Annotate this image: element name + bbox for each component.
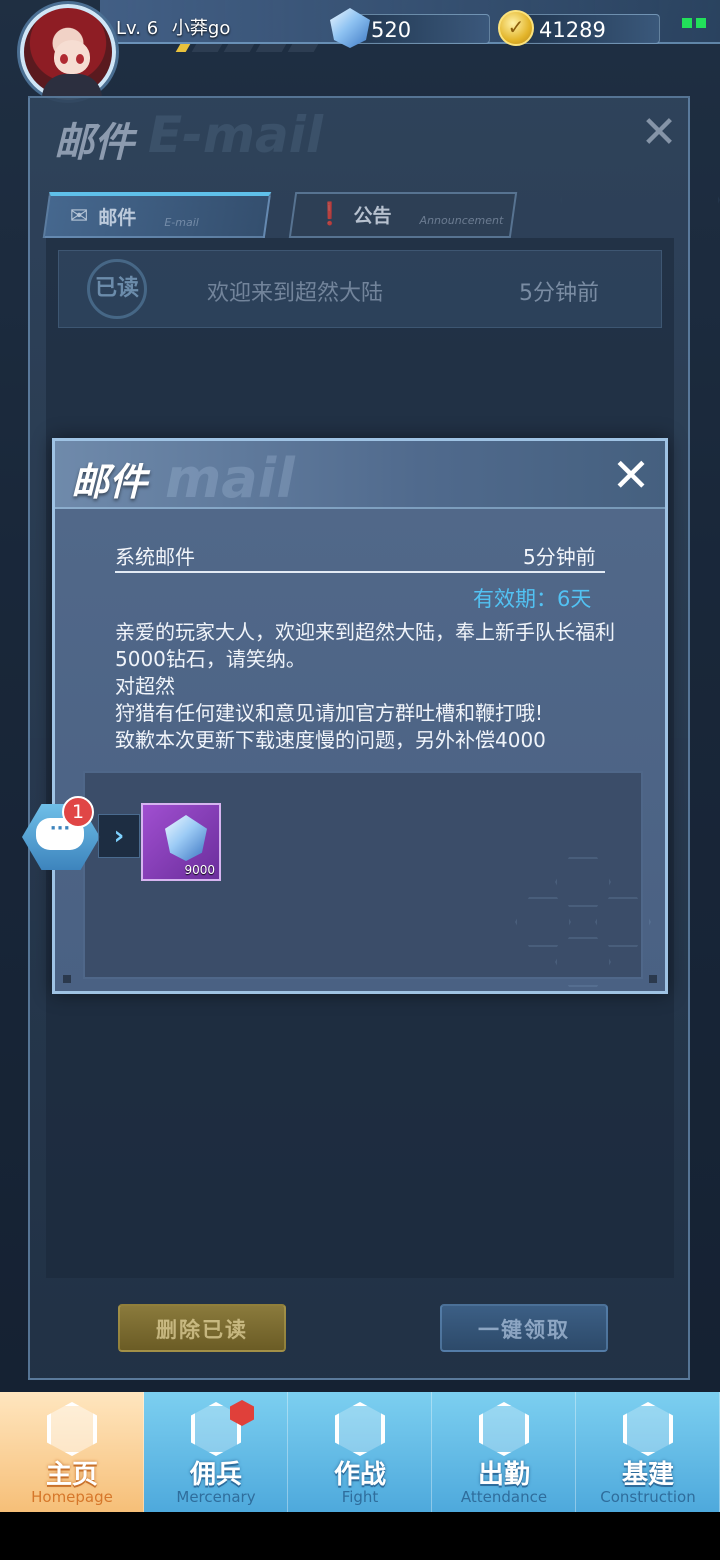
signal-indicator-icon <box>682 18 706 28</box>
mail-panel-close-icon[interactable]: ✕ <box>636 110 682 156</box>
gold-counter[interactable]: 41289 <box>512 14 660 44</box>
nav-label: 出勤 <box>477 1460 530 1490</box>
nav-label: 佣兵 <box>189 1460 242 1490</box>
chat-float-button[interactable]: ··· › 1 <box>22 796 140 876</box>
mail-received-time: 5分钟前 <box>523 545 596 569</box>
gold-value: 41289 <box>539 18 606 42</box>
decorative-hex <box>595 897 651 947</box>
attachment-item[interactable]: 9000 <box>141 803 221 881</box>
tab-email[interactable]: ✉ 邮件 E-mail <box>42 192 272 238</box>
nav-item-construction[interactable]: 基建 Construction <box>576 1392 720 1512</box>
tab-announcement[interactable]: ❗ 公告 Announcement <box>288 192 518 238</box>
delete-read-button[interactable]: 删除已读 <box>118 1304 286 1352</box>
mail-sender: 系统邮件 <box>115 545 195 569</box>
diamond-icon <box>165 815 207 861</box>
system-bar <box>0 1512 720 1560</box>
mail-detail-dialog: mail 邮件 ✕ 系统邮件 5分钟前 有效期：6天 亲爱的玩家大人，欢迎来到超… <box>52 438 668 994</box>
read-status-badge: 已读 <box>87 259 147 319</box>
mail-panel-watermark: E-mail <box>148 106 324 164</box>
gold-coin-icon: ✓ <box>498 10 534 46</box>
notification-badge: 1 <box>62 796 94 828</box>
claim-all-button[interactable]: 一键领取 <box>440 1304 608 1352</box>
nav-sublabel: Mercenary <box>176 1488 256 1506</box>
dialog-watermark: mail <box>165 447 295 510</box>
corner-decoration <box>63 975 71 983</box>
tab-announcement-label: 公告 <box>353 204 392 227</box>
nav-label: 作战 <box>333 1460 386 1490</box>
dialog-title: 邮件 <box>71 460 148 504</box>
tab-email-sublabel: E-mail <box>164 215 199 229</box>
decorative-hex <box>555 937 611 987</box>
gem-value: 520 <box>371 18 412 42</box>
corner-decoration <box>649 975 657 983</box>
nav-sublabel: Construction <box>600 1488 696 1506</box>
player-name: 小莽go <box>171 18 231 39</box>
top-bar: Lv. 6 小莽go 520 41289 ✓ <box>0 0 720 100</box>
envelope-icon: ✉ <box>69 203 89 229</box>
fight-icon <box>335 1402 385 1456</box>
nav-sublabel: Homepage <box>31 1488 113 1506</box>
nav-item-attendance[interactable]: 出勤 Attendance <box>432 1392 576 1512</box>
bottom-navigation: 主页 Homepage 佣兵 Mercenary 作战 Fight 出勤 Att… <box>0 1392 720 1512</box>
mail-validity: 有效期：6天 <box>473 587 592 611</box>
decorative-hex <box>515 897 571 947</box>
mail-subject: 欢迎来到超然大陆 <box>207 281 384 306</box>
close-icon[interactable]: ✕ <box>607 451 655 499</box>
mail-panel-title: 邮件 <box>54 120 134 166</box>
nav-label: 基建 <box>621 1460 674 1490</box>
attachment-quantity: 9000 <box>184 863 215 877</box>
mail-time: 5分钟前 <box>519 281 599 306</box>
attendance-icon <box>479 1402 529 1456</box>
level-progress-ticks <box>175 44 319 52</box>
nav-sublabel: Fight <box>341 1488 379 1506</box>
nav-item-fight[interactable]: 作战 Fight <box>288 1392 432 1512</box>
list-item[interactable]: 已读 欢迎来到超然大陆 5分钟前 <box>58 250 662 328</box>
decorative-hex <box>555 857 611 907</box>
chevron-right-icon[interactable]: › <box>98 814 140 858</box>
attachment-area: 9000 <box>83 771 651 987</box>
player-avatar[interactable] <box>20 4 116 100</box>
player-level: Lv. 6 <box>116 18 159 39</box>
construction-icon <box>623 1402 673 1456</box>
nav-sublabel: Attendance <box>460 1488 548 1506</box>
divider <box>115 571 605 573</box>
avatar-body <box>42 74 102 98</box>
dialog-header: mail 邮件 ✕ <box>55 441 665 510</box>
tab-announcement-sublabel: Announcement <box>419 213 504 227</box>
tab-email-label: 邮件 <box>98 206 137 229</box>
home-icon <box>47 1402 97 1456</box>
nav-label: 主页 <box>45 1460 98 1490</box>
avatar-face <box>54 40 90 74</box>
mail-body: 亲爱的玩家大人，欢迎来到超然大陆，奉上新手队长福利5000钻石，请笑纳。 对超然… <box>115 620 615 752</box>
exclamation-icon: ❗ <box>316 201 344 227</box>
nav-item-mercenary[interactable]: 佣兵 Mercenary <box>144 1392 288 1512</box>
player-level-name: Lv. 6 小莽go <box>116 14 230 40</box>
nav-item-homepage[interactable]: 主页 Homepage <box>0 1392 144 1512</box>
